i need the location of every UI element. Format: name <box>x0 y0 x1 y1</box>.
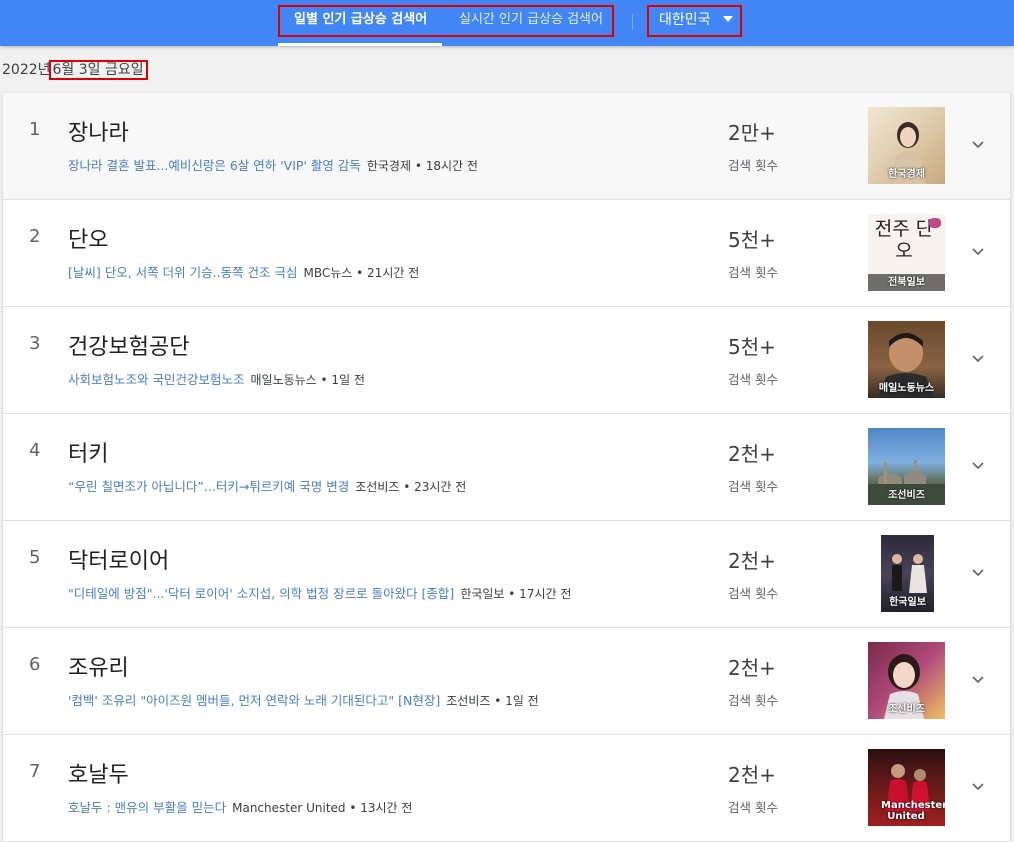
trend-term[interactable]: 조유리 <box>68 650 129 682</box>
chevron-down-icon[interactable] <box>971 672 985 686</box>
trend-row[interactable]: 3 건강보험공단 사회보험노조와 국민건강보험노조 매일노동뉴스 • 1일 전 5… <box>3 307 1010 414</box>
search-count-label: 검색 횟수 <box>728 479 778 494</box>
story-link[interactable]: 장나라 결혼 발표...예비신랑은 6살 연하 'VIP' 촬영 감독 <box>68 158 361 173</box>
trend-rank: 3 <box>29 333 41 354</box>
thumb-caption: 조선비즈 <box>888 490 925 501</box>
search-count: 5천+ <box>728 228 776 252</box>
thumb-caption: Manchester United <box>881 800 945 822</box>
search-count-label: 검색 횟수 <box>728 800 778 815</box>
thumb-caption: 매일노동뉴스 <box>878 383 935 394</box>
trend-rank: 5 <box>29 547 41 568</box>
trend-row[interactable]: 4 터키 “우린 칠면조가 아닙니다”...터키→튀르키예 국명 변경 조선비즈 … <box>3 414 1010 521</box>
news-thumbnail[interactable]: 매일노동뉴스 <box>868 321 945 398</box>
chevron-down-icon[interactable] <box>971 137 985 151</box>
story-link[interactable]: "디테일에 방점"...'닥터 로이어' 소지섭, 의학 법정 장르로 돌아왔다… <box>68 586 454 601</box>
trend-rank: 7 <box>29 761 41 782</box>
news-thumbnail[interactable]: 전주 단오 전북일보 <box>868 214 945 291</box>
chevron-down-icon[interactable] <box>971 351 985 365</box>
trend-story: 호날두 : 맨유의 부활을 믿는다 Manchester United • 13시… <box>68 797 412 816</box>
trend-row[interactable]: 2 단오 [날씨] 단오, 서쪽 더위 기승..동쪽 건조 극심 MBC뉴스 • … <box>3 200 1010 307</box>
search-count: 2천+ <box>728 656 776 680</box>
search-count-label: 검색 횟수 <box>728 158 778 173</box>
thumb-caption: 조선비즈 <box>888 704 925 715</box>
trend-story: 장나라 결혼 발표...예비신랑은 6살 연하 'VIP' 촬영 감독 한국경제 … <box>68 155 478 174</box>
trend-row[interactable]: 7 호날두 호날두 : 맨유의 부활을 믿는다 Manchester United… <box>3 735 1010 842</box>
trend-rank: 6 <box>29 654 41 675</box>
caret-down-icon[interactable] <box>723 16 733 22</box>
chevron-down-icon[interactable] <box>971 244 985 258</box>
trend-term[interactable]: 닥터로이어 <box>68 543 169 575</box>
story-link[interactable]: 사회보험노조와 국민건강보험노조 <box>68 372 244 387</box>
trend-rank: 1 <box>29 119 41 140</box>
tab-daily-trends[interactable]: 일별 인기 급상승 검색어 <box>294 0 427 46</box>
search-count: 2천+ <box>728 763 776 787</box>
story-source: 조선비즈 • 23시간 전 <box>355 480 467 494</box>
story-source: MBC뉴스 • 21시간 전 <box>303 266 420 280</box>
story-source: 한국경제 • 18시간 전 <box>366 159 478 173</box>
heart-icon <box>929 218 941 228</box>
story-source: 한국일보 • 17시간 전 <box>460 587 572 601</box>
news-thumbnail[interactable]: 한국일보 <box>881 535 934 612</box>
search-count-label: 검색 횟수 <box>728 586 778 601</box>
story-source: Manchester United • 13시간 전 <box>232 801 413 815</box>
chevron-down-icon[interactable] <box>971 565 985 579</box>
active-tab-indicator <box>278 43 442 46</box>
thumb-caption: 한국경제 <box>888 169 925 180</box>
story-link[interactable]: “우린 칠면조가 아닙니다”...터키→튀르키예 국명 변경 <box>68 479 349 494</box>
trend-story: '컴백' 조유리 "아이즈원 멤버들, 먼저 연락와 노래 기대된다고" [N현… <box>68 690 539 709</box>
trend-term[interactable]: 건강보험공단 <box>68 329 189 361</box>
search-count: 2천+ <box>728 442 776 466</box>
trend-term[interactable]: 장나라 <box>68 115 129 147</box>
story-link[interactable]: '컴백' 조유리 "아이즈원 멤버들, 먼저 연락와 노래 기대된다고" [N현… <box>68 693 440 708</box>
news-thumbnail[interactable]: 조선비즈 <box>868 642 945 719</box>
date-heading: 2022년 6월 3일 금요일 <box>2 58 148 82</box>
trend-term[interactable]: 단오 <box>68 222 108 254</box>
trend-rank: 4 <box>29 440 41 461</box>
top-bar: 일별 인기 급상승 검색어 실시간 인기 급상승 검색어 대한민국 <box>0 0 1014 46</box>
trend-rank: 2 <box>29 226 41 247</box>
chevron-down-icon[interactable] <box>971 458 985 472</box>
search-count-label: 검색 횟수 <box>728 372 778 387</box>
thumb-title: 전주 단오 <box>874 218 934 262</box>
thumb-caption: 한국일보 <box>889 597 926 608</box>
search-count-label: 검색 횟수 <box>728 265 778 280</box>
trend-story: 사회보험노조와 국민건강보험노조 매일노동뉴스 • 1일 전 <box>68 369 365 388</box>
story-link[interactable]: 호날두 : 맨유의 부활을 믿는다 <box>68 800 226 815</box>
chevron-down-icon[interactable] <box>971 779 985 793</box>
search-count: 2천+ <box>728 549 776 573</box>
trend-term[interactable]: 호날두 <box>68 757 129 789</box>
news-thumbnail[interactable]: 조선비즈 <box>868 428 945 505</box>
news-thumbnail[interactable]: 한국경제 <box>868 107 945 184</box>
thumb-caption: 전북일보 <box>868 274 945 291</box>
trend-story: “우린 칠면조가 아닙니다”...터키→튀르키예 국명 변경 조선비즈 • 23시… <box>68 476 466 495</box>
search-count: 2만+ <box>728 121 776 145</box>
trend-term[interactable]: 터키 <box>68 436 108 468</box>
trend-row[interactable]: 6 조유리 '컴백' 조유리 "아이즈원 멤버들, 먼저 연락와 노래 기대된다… <box>3 628 1010 735</box>
header-divider <box>632 14 633 30</box>
tab-realtime-trends[interactable]: 실시간 인기 급상승 검색어 <box>459 0 603 46</box>
trend-story: "디테일에 방점"...'닥터 로이어' 소지섭, 의학 법정 장르로 돌아왔다… <box>68 583 571 602</box>
search-count-label: 검색 횟수 <box>728 693 778 708</box>
date-day: 6월 3일 금요일 <box>48 60 148 80</box>
story-source: 매일노동뉴스 • 1일 전 <box>250 373 365 387</box>
trend-story: [날씨] 단오, 서쪽 더위 기승..동쪽 건조 극심 MBC뉴스 • 21시간 … <box>68 262 419 281</box>
country-selector[interactable]: 대한민국 <box>659 0 711 40</box>
trend-row[interactable]: 1 장나라 장나라 결혼 발표...예비신랑은 6살 연하 'VIP' 촬영 감… <box>3 93 1010 200</box>
trend-row[interactable]: 5 닥터로이어 "디테일에 방점"...'닥터 로이어' 소지섭, 의학 법정 … <box>3 521 1010 628</box>
news-thumbnail[interactable]: Manchester United <box>868 749 945 826</box>
date-year: 2022년 <box>2 62 51 78</box>
story-link[interactable]: [날씨] 단오, 서쪽 더위 기승..동쪽 건조 극심 <box>68 265 298 280</box>
trends-list: 1 장나라 장나라 결혼 발표...예비신랑은 6살 연하 'VIP' 촬영 감… <box>3 93 1010 842</box>
story-source: 조선비즈 • 1일 전 <box>446 694 539 708</box>
search-count: 5천+ <box>728 335 776 359</box>
